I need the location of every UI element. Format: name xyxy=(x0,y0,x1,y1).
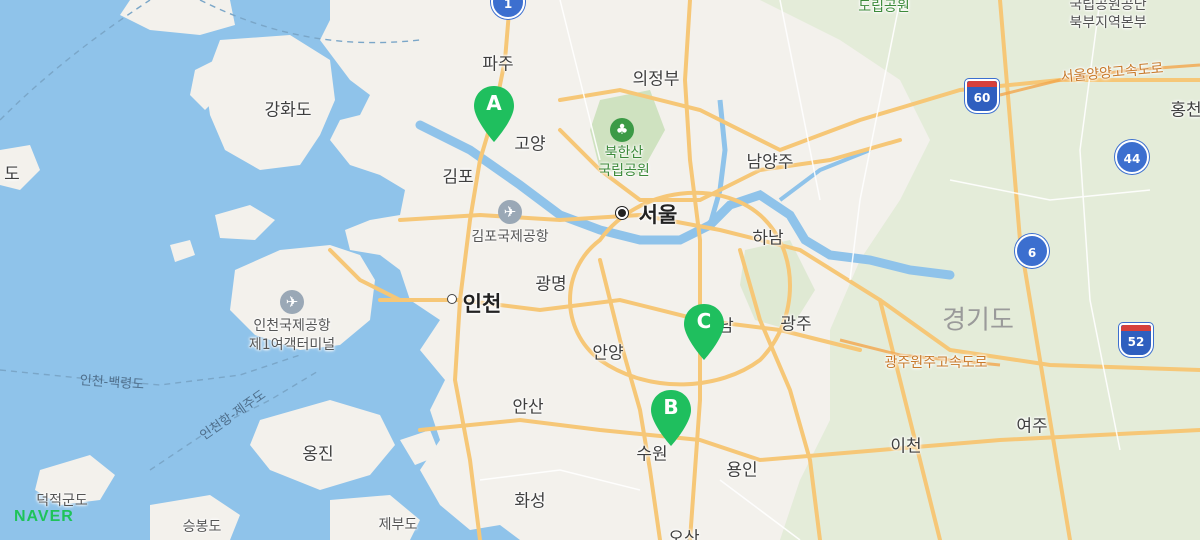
province-label: 경기도 xyxy=(942,305,1014,336)
region-label-ganghwa: 강화도 xyxy=(264,100,312,121)
city-label-yeoju: 여주 xyxy=(1016,416,1048,437)
island-label-deokjeok: 덕적군도 xyxy=(36,493,88,509)
city-label-hanam: 하남 xyxy=(752,228,784,249)
highway-label-gwangju-wonju: 광주원주고속도로 xyxy=(884,355,988,371)
city-label-namyangju: 남양주 xyxy=(746,152,794,173)
airport-label-gimpo: 김포국제공항 xyxy=(471,229,549,245)
route-shield-60: 60 xyxy=(965,79,999,113)
map-canvas[interactable]: 경기도 서울 인천 파주 의정부 고양 김포 남양주 하남 광명 안양 광주 남… xyxy=(0,0,1200,540)
city-label-goyang: 고양 xyxy=(514,134,546,155)
region-label-ongjin: 옹진 xyxy=(302,444,334,465)
region-label-partial-do: 도 xyxy=(4,164,20,185)
city-label-gimpo: 김포 xyxy=(442,167,474,188)
tree-icon: ♣ xyxy=(610,118,634,142)
route-shield-6: 6 xyxy=(1015,234,1049,268)
airplane-icon: ✈ xyxy=(498,200,522,224)
route-shield-52: 52 xyxy=(1119,323,1153,357)
city-label-incheon: 인천 xyxy=(462,292,502,316)
marker-label: C xyxy=(696,309,712,333)
airplane-icon-incheon: ✈ xyxy=(280,290,304,314)
naver-logo[interactable]: NAVER xyxy=(14,508,74,526)
island-label-jebu: 제부도 xyxy=(378,517,418,533)
park-label-top: 도립공원 xyxy=(858,0,910,15)
airport-label-incheon: 인천국제공항 제1여객터미널 xyxy=(248,318,336,353)
seoul-capital-marker xyxy=(616,207,628,219)
incheon-city-marker xyxy=(448,295,456,303)
city-label-osan: 오산 xyxy=(668,528,700,540)
city-label-anyang: 안양 xyxy=(592,343,624,364)
city-label-gwangju: 광주 xyxy=(780,314,812,335)
city-label-gwangmyeong: 광명 xyxy=(535,274,567,295)
map-marker-a[interactable]: A xyxy=(471,84,517,144)
poi-label-national-park-office: 국립공원공단 북부지역본부 xyxy=(1069,0,1147,31)
city-label-uijeongbu: 의정부 xyxy=(632,69,680,90)
city-label-ansan: 안산 xyxy=(512,397,544,418)
city-label-icheon: 이천 xyxy=(890,436,922,457)
route-shield-44: 44 xyxy=(1115,140,1149,174)
park-label-bukhansan: 북한산 국립공원 xyxy=(598,145,650,179)
city-label-hongcheon-partial: 홍천 xyxy=(1170,100,1200,121)
city-label-yongin: 용인 xyxy=(726,460,758,481)
city-label-hwaseong: 화성 xyxy=(514,491,546,512)
city-label-seoul: 서울 xyxy=(638,203,678,227)
city-label-paju: 파주 xyxy=(482,54,514,75)
island-label-seungbong: 승봉도 xyxy=(182,519,222,535)
marker-label: B xyxy=(663,395,679,419)
map-marker-c[interactable]: C xyxy=(681,302,727,362)
map-marker-b[interactable]: B xyxy=(648,388,694,448)
marker-label: A xyxy=(486,91,502,115)
map-base-layer xyxy=(0,0,1200,540)
